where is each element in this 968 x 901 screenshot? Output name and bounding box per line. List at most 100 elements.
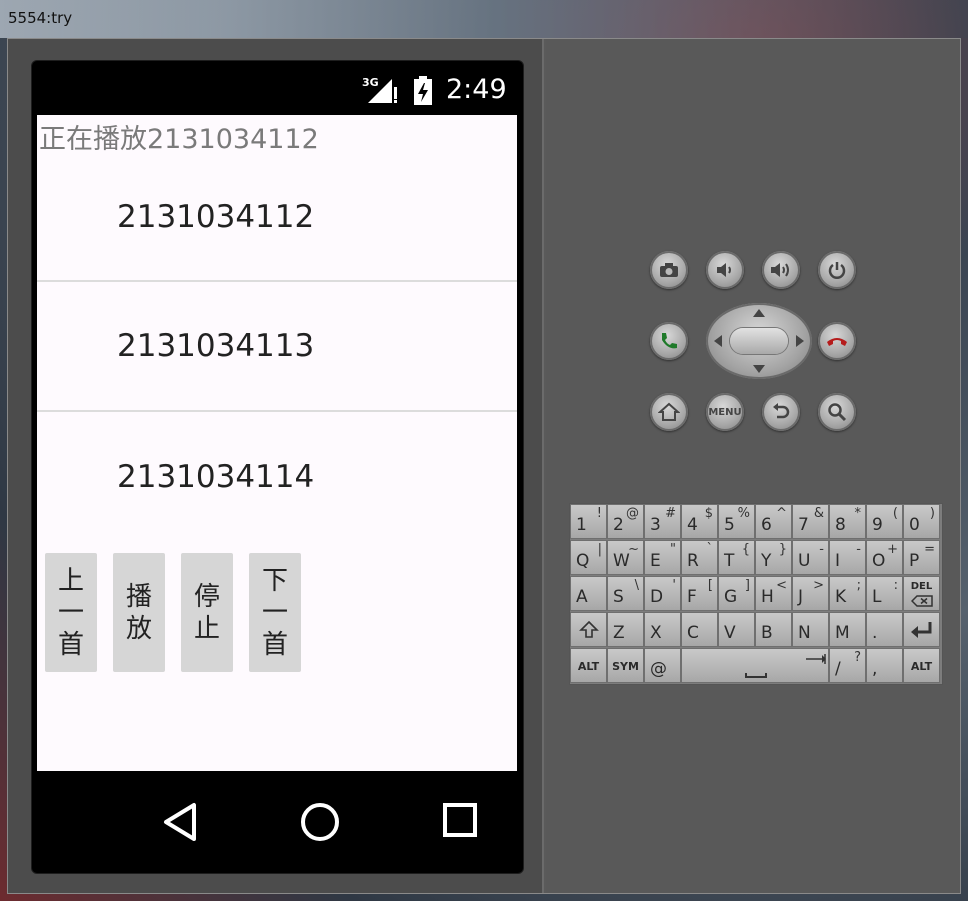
key-k[interactable]: K; [829, 576, 866, 611]
shift-icon [579, 620, 599, 638]
key-alt-label: $ [704, 506, 713, 521]
key-period[interactable]: . [866, 612, 903, 647]
key-label: R [687, 551, 699, 571]
key-d[interactable]: D ' [644, 576, 681, 611]
key-alt-label: - [819, 542, 824, 557]
key-r[interactable]: R ` [681, 540, 718, 575]
key-8[interactable]: 8 * [829, 504, 866, 539]
list-item[interactable]: 2131034114 [37, 412, 517, 542]
call-icon[interactable] [650, 322, 688, 360]
key-label: D [650, 587, 664, 607]
key-alt-label: - [856, 542, 861, 557]
dpad[interactable] [706, 303, 812, 379]
key-1[interactable]: 1! [570, 504, 607, 539]
key-2[interactable]: 2 @ [607, 504, 644, 539]
comma-key[interactable]: , [866, 648, 903, 683]
key-alt-label: { [741, 542, 750, 557]
dpad-down-icon[interactable] [752, 364, 766, 374]
key-label: C [687, 623, 699, 643]
key-e[interactable]: E " [644, 540, 681, 575]
dpad-center[interactable] [730, 328, 788, 354]
key-alt-label: " [670, 542, 676, 557]
battery-icon [414, 76, 432, 105]
key-l[interactable]: L: [866, 576, 903, 611]
key-i[interactable]: I- [829, 540, 866, 575]
key-t[interactable]: T{ [718, 540, 755, 575]
play-button[interactable]: 播放 [113, 553, 165, 672]
device-screen-bezel: 3G 2:49 正在播放2131034112 2131034112 213103… [31, 60, 524, 874]
at-key[interactable]: @ [644, 648, 681, 683]
dpad-right-icon[interactable] [795, 334, 805, 348]
alt-key-left[interactable]: ALT [570, 648, 607, 683]
next-button[interactable]: 下一首 [249, 553, 301, 672]
key-3[interactable]: 3 # [644, 504, 681, 539]
key-label: , [872, 659, 878, 679]
key-4[interactable]: 4 $ [681, 504, 718, 539]
key-h[interactable]: H < [755, 576, 792, 611]
key-label: V [724, 623, 736, 643]
key-alt-label: ; [856, 578, 861, 593]
camera-icon[interactable] [650, 251, 688, 289]
space-key[interactable] [681, 648, 829, 683]
key-z[interactable]: Z [607, 612, 644, 647]
key-g[interactable]: G] [718, 576, 755, 611]
search-icon[interactable] [818, 393, 856, 431]
recents-icon[interactable] [442, 802, 478, 840]
enter-key[interactable] [903, 612, 940, 647]
key-label: 0 [909, 515, 920, 535]
key-label: S [613, 587, 624, 607]
key-u[interactable]: U- [792, 540, 829, 575]
key-alt-label: + [887, 542, 898, 557]
menu-key[interactable]: MENU [706, 393, 744, 431]
key-5[interactable]: 5% [718, 504, 755, 539]
volume-down-icon[interactable] [706, 251, 744, 289]
key-y[interactable]: Y} [755, 540, 792, 575]
dpad-left-icon[interactable] [713, 334, 723, 348]
delete-key[interactable]: DEL [903, 576, 940, 611]
key-m[interactable]: M [829, 612, 866, 647]
key-p[interactable]: P = [903, 540, 940, 575]
sym-key[interactable]: SYM [607, 648, 644, 683]
key-j[interactable]: J > [792, 576, 829, 611]
key-alt-label: ` [706, 542, 714, 557]
key-s[interactable]: S \ [607, 576, 644, 611]
key-6[interactable]: 6 ^ [755, 504, 792, 539]
key-a[interactable]: A [570, 576, 607, 611]
key-x[interactable]: X [644, 612, 681, 647]
power-icon[interactable] [818, 251, 856, 289]
key-o[interactable]: O + [866, 540, 903, 575]
alt-key-right[interactable]: ALT [903, 648, 940, 683]
key-label: M [835, 623, 850, 643]
volume-up-icon[interactable] [762, 251, 800, 289]
key-label: / [835, 659, 841, 679]
list-item[interactable]: 2131034112 [37, 175, 517, 282]
previous-button[interactable]: 上一首 [45, 553, 97, 672]
home-key-icon[interactable] [650, 393, 688, 431]
now-playing-text: 正在播放2131034112 [39, 124, 319, 155]
key-9[interactable]: 9( [866, 504, 903, 539]
key-label: Q [576, 551, 590, 571]
key-7[interactable]: 7 & [792, 504, 829, 539]
key-c[interactable]: C [681, 612, 718, 647]
key-alt-label: [ [707, 578, 713, 593]
back-icon[interactable] [162, 802, 198, 842]
key-b[interactable]: B [755, 612, 792, 647]
key-n[interactable]: N [792, 612, 829, 647]
key-q[interactable]: Q | [570, 540, 607, 575]
dpad-up-icon[interactable] [752, 308, 766, 318]
list-item[interactable]: 2131034113 [37, 282, 517, 412]
emulator-frame: 3G 2:49 正在播放2131034112 2131034112 213103… [7, 38, 961, 894]
shift-key[interactable] [570, 612, 607, 647]
end-call-icon[interactable] [818, 322, 856, 360]
key-0[interactable]: 0) [903, 504, 940, 539]
back-key-icon[interactable] [762, 393, 800, 431]
home-icon[interactable] [300, 802, 340, 842]
key-v[interactable]: V [718, 612, 755, 647]
window-title: 5554:try [8, 9, 73, 27]
slash-key[interactable]: /? [829, 648, 866, 683]
song-list: 2131034112 2131034113 2131034114 [37, 175, 517, 542]
key-f[interactable]: F[ [681, 576, 718, 611]
key-w[interactable]: W ~ [607, 540, 644, 575]
key-label: Z [613, 623, 625, 643]
stop-button[interactable]: 停止 [181, 553, 233, 672]
